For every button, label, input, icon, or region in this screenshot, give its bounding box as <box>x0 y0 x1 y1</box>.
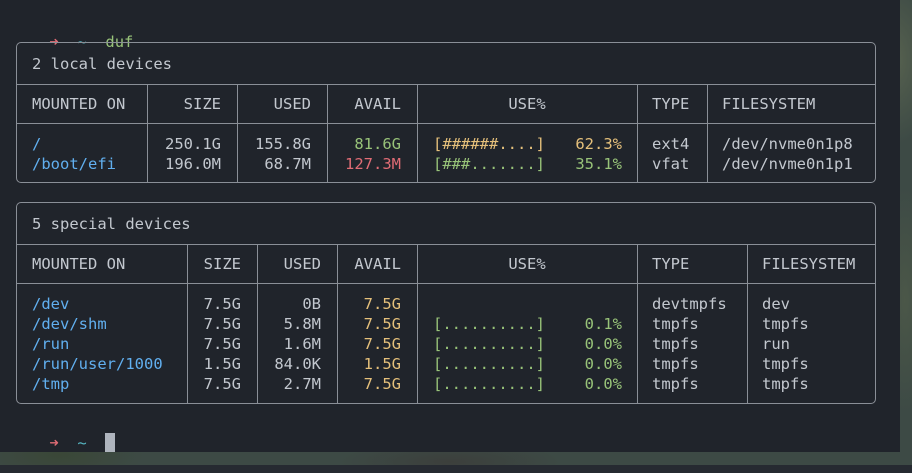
filesystem-name: /dev/nvme0n1p8 <box>722 135 853 153</box>
fs-type: ext4 <box>652 135 690 153</box>
avail-value: 7.5G <box>363 335 401 353</box>
used-value: 1.6M <box>283 335 321 353</box>
text-cursor[interactable] <box>105 433 116 452</box>
filesystem-name: tmpfs <box>762 375 809 393</box>
size-value: 1.5G <box>203 355 241 373</box>
avail-value: 81.6G <box>354 135 401 153</box>
usage-percent: 35.1% <box>575 155 622 173</box>
header-type: TYPE <box>652 95 690 113</box>
usage-bar: [..........] <box>433 375 545 393</box>
header-filesystem: FILESYSTEM <box>762 255 856 273</box>
fs-type: tmpfs <box>652 335 699 353</box>
used-value: 155.8G <box>255 135 311 153</box>
filesystem-name: tmpfs <box>762 355 809 373</box>
header-size: SIZE <box>203 255 241 273</box>
usage-percent: 0.0% <box>584 335 622 353</box>
avail-value: 7.5G <box>363 295 401 313</box>
header-use-pct: USE% <box>508 255 546 273</box>
fs-type: tmpfs <box>652 375 699 393</box>
used-value: 5.8M <box>283 315 321 333</box>
used-value: 0B <box>302 295 321 313</box>
filesystem-name: tmpfs <box>762 315 809 333</box>
column-divider <box>637 244 638 403</box>
usage-bar: [..........] <box>433 335 545 353</box>
local-devices-title: 2 local devices <box>32 55 172 73</box>
avail-value: 127.3M <box>345 155 401 173</box>
divider <box>17 123 875 124</box>
mount-point: / <box>32 135 42 153</box>
usage-bar: [..........] <box>433 315 545 333</box>
usage-percent <box>557 294 622 314</box>
usage-bar: [..........] <box>433 355 545 373</box>
header-size: SIZE <box>183 95 221 113</box>
used-value: 68.7M <box>264 155 311 173</box>
used-value: 84.0K <box>274 355 321 373</box>
prompt-dir: ~ <box>77 434 87 452</box>
size-value: 7.5G <box>203 315 241 333</box>
fs-type: devtmpfs <box>652 295 727 313</box>
avail-value: 1.5G <box>363 355 401 373</box>
used-value: 2.7M <box>283 375 321 393</box>
avail-value: 7.5G <box>363 375 401 393</box>
usage-bar: [######....] <box>433 135 545 153</box>
column-divider <box>637 84 638 182</box>
filesystem-name: run <box>762 335 790 353</box>
column-divider <box>747 244 748 403</box>
header-mounted-on: MOUNTED ON <box>32 95 126 113</box>
usage-percent: 62.3% <box>575 135 622 153</box>
filesystem-name: dev <box>762 295 790 313</box>
active-prompt[interactable]: ➜ ~ <box>12 413 116 452</box>
fs-type: tmpfs <box>652 315 699 333</box>
special-devices-title: 5 special devices <box>32 215 191 233</box>
header-filesystem: FILESYSTEM <box>722 95 816 113</box>
mount-point: /tmp <box>32 375 70 393</box>
header-avail: AVAIL <box>354 95 401 113</box>
mount-point: /dev/shm <box>32 315 107 333</box>
fs-type: vfat <box>652 155 690 173</box>
header-used: USED <box>283 255 321 273</box>
size-value: 196.0M <box>165 155 221 173</box>
local-devices-table: 2 local devices MOUNTED ON SIZE USED AVA… <box>16 42 876 183</box>
usage-percent: 0.1% <box>584 315 622 333</box>
header-avail: AVAIL <box>354 255 401 273</box>
mount-point: /run <box>32 335 70 353</box>
usage-bar: [###.......] <box>433 155 545 173</box>
size-value: 7.5G <box>203 335 241 353</box>
prompt-arrow-icon: ➜ <box>49 434 59 452</box>
header-mounted-on: MOUNTED ON <box>32 255 126 273</box>
avail-value: 7.5G <box>363 315 401 333</box>
size-value: 250.1G <box>165 135 221 153</box>
special-devices-table: 5 special devices MOUNTED ON SIZE USED A… <box>16 202 876 404</box>
header-used: USED <box>273 95 311 113</box>
size-value: 7.5G <box>203 295 241 313</box>
filesystem-name: /dev/nvme0n1p1 <box>722 155 853 173</box>
fs-type: tmpfs <box>652 355 699 373</box>
column-divider <box>707 84 708 182</box>
usage-percent: 0.0% <box>584 375 622 393</box>
divider <box>17 84 875 85</box>
header-use-pct: USE% <box>508 95 546 113</box>
command-prompt: ➜ ~ duf <box>12 12 133 51</box>
mount-point: /run/user/1000 <box>32 355 163 373</box>
header-type: TYPE <box>652 255 690 273</box>
mount-point: /boot/efi <box>32 155 116 173</box>
mount-point: /dev <box>32 295 70 313</box>
size-value: 7.5G <box>203 375 241 393</box>
usage-percent: 0.0% <box>584 355 622 373</box>
terminal-window[interactable]: ➜ ~ duf 2 local devices MOUNTED ON SIZE … <box>0 0 900 452</box>
